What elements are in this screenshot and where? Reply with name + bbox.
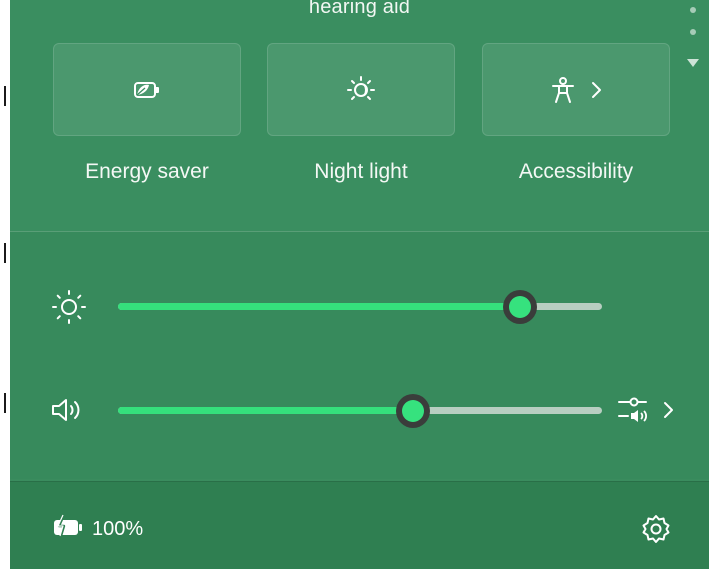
chevron-right-icon: [664, 402, 673, 418]
audio-output-icon: [618, 397, 647, 422]
brightness-slider-fill: [118, 303, 520, 310]
sliders-section: [10, 232, 709, 479]
energy-saver-icon: [134, 82, 159, 98]
brightness-slider-thumb[interactable]: [502, 290, 537, 324]
footer-bar: 100%: [10, 481, 709, 569]
scroll-dot: [690, 7, 696, 13]
battery-charging-icon: [54, 514, 82, 537]
speaker-icon: [52, 399, 80, 421]
night-light-label: Night light: [314, 160, 408, 183]
energy-saver-label: Energy saver: [85, 160, 209, 183]
gear-icon[interactable]: [640, 513, 672, 545]
accessibility-label: Accessibility: [518, 160, 634, 183]
quick-actions-section: hearing aid Energy saver Night light Acc…: [10, 0, 709, 231]
quick-settings-window: hearing aid Energy saver Night light Acc…: [0, 0, 709, 569]
brightness-icon: [52, 290, 86, 324]
quick-settings-panel: hearing aid Energy saver Night light Acc…: [10, 0, 709, 569]
volume-slider[interactable]: [118, 407, 602, 414]
volume-slider-fill: [118, 407, 414, 414]
night-light-icon: [347, 76, 375, 100]
accessibility-tile[interactable]: [482, 43, 670, 136]
chevron-right-icon[interactable]: [590, 81, 602, 99]
audio-output-button[interactable]: [616, 392, 680, 428]
hearing-aid-label: hearing aid: [308, 0, 411, 18]
scroll-down-arrow-icon[interactable]: [686, 58, 700, 68]
volume-slider-thumb[interactable]: [396, 394, 431, 428]
energy-saver-tile[interactable]: [53, 43, 241, 136]
scroll-dot: [690, 29, 696, 35]
battery-percentage: 100%: [92, 518, 144, 540]
night-light-tile[interactable]: [267, 43, 455, 136]
accessibility-icon: [552, 77, 574, 103]
